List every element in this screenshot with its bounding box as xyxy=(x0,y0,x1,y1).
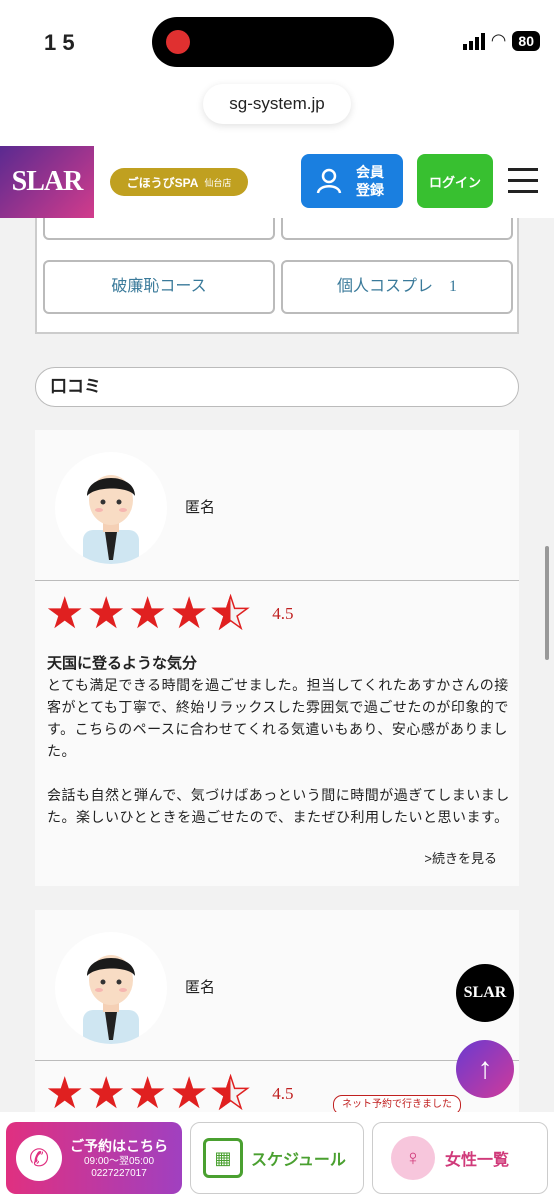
user-icon xyxy=(316,168,342,194)
battery-indicator: 80 xyxy=(512,30,540,51)
shop-branch: 仙台店 xyxy=(204,177,232,188)
star-icon: ★ xyxy=(86,589,126,638)
read-more-link[interactable]: >続きを見る xyxy=(424,848,497,867)
register-line1: 会員 xyxy=(356,164,384,180)
schedule-label: スケジュール xyxy=(251,1152,346,1169)
cellular-signal-icon xyxy=(462,32,485,50)
dynamic-island xyxy=(152,17,394,67)
reserve-call-button[interactable]: ✆ ご予約はこちら 09:00～翌05:00 0227227017 xyxy=(6,1122,182,1194)
arrow-up-icon: ↑ xyxy=(477,1052,493,1085)
status-bar: 1 5 ◠ 80 xyxy=(0,0,554,80)
site-header: SLAR ごほうびSPA 仙台店 会員登録 ログイン xyxy=(0,142,554,218)
avatar xyxy=(55,932,167,1044)
calendar-icon: ▦ xyxy=(203,1138,243,1178)
course-button-partial[interactable] xyxy=(43,218,275,240)
status-time: 1 5 xyxy=(44,30,75,55)
shop-name: ごほうびSPA xyxy=(126,175,199,190)
girls-list-button[interactable]: ♀ 女性一覧 xyxy=(372,1122,548,1194)
review-body: とても満足できる時間を過ごせました。担当してくれたあすかさんの接客がとても丁寧で… xyxy=(47,679,510,826)
register-line2: 登録 xyxy=(356,182,384,198)
half-star-icon: ★ xyxy=(210,1071,251,1112)
site-logo[interactable]: SLAR xyxy=(0,146,94,218)
reserve-label: ご予約はこちら xyxy=(70,1138,168,1154)
star-icon: ★ xyxy=(127,589,168,638)
review-title: 天国に登るような気分 xyxy=(47,656,198,672)
review-card: 匿名 ★ ★ ★ ★ ★ 4.5 天国に登るような気分 とても満足できる時間を過… xyxy=(35,430,519,886)
star-icon: ★ xyxy=(169,1069,209,1113)
review-header: 匿名 xyxy=(35,910,519,1061)
course-button-partial[interactable] xyxy=(281,218,513,240)
floating-logo-button[interactable]: SLAR xyxy=(456,964,514,1022)
course-list: 破廉恥コース 個人コスプレ 1 xyxy=(35,218,519,334)
hamburger-menu-icon[interactable] xyxy=(508,168,538,194)
course-button[interactable]: 個人コスプレ 1 xyxy=(281,260,513,314)
rating-score: 4.5 xyxy=(272,604,294,623)
status-icons: ◠ 80 xyxy=(462,30,540,51)
rating-score: 4.5 xyxy=(272,1084,294,1103)
reviews-heading: 口コミ xyxy=(35,367,519,407)
star-rating: ★ ★ ★ ★ ★ 4.5 xyxy=(45,1069,294,1113)
reserve-phone: 0227227017 xyxy=(91,1168,147,1179)
avatar xyxy=(55,452,167,564)
browser-url-bar: sg-system.jp xyxy=(0,80,554,142)
review-card: 匿名 ★ ★ ★ ★ ★ 4.5 ネット予約で行きました xyxy=(35,910,519,1112)
schedule-button[interactable]: ▦ スケジュール xyxy=(190,1122,364,1194)
reserve-hours: 09:00～翌05:00 xyxy=(83,1156,155,1167)
half-star-icon: ★ xyxy=(210,589,251,638)
reviewer-name: 匿名 xyxy=(185,979,216,996)
scroll-to-top-button[interactable]: ↑ xyxy=(456,1040,514,1098)
star-icon: ★ xyxy=(45,1069,85,1113)
review-header: 匿名 xyxy=(35,430,519,581)
course-button[interactable]: 破廉恥コース xyxy=(43,260,275,314)
scrollbar[interactable] xyxy=(545,546,549,660)
woman-icon: ♀ xyxy=(391,1136,435,1180)
girls-list-label: 女性一覧 xyxy=(445,1152,510,1169)
phone-icon: ✆ xyxy=(16,1135,62,1181)
wifi-icon: ◠ xyxy=(490,30,507,50)
star-icon: ★ xyxy=(169,589,209,638)
member-register-button[interactable]: 会員 登録 xyxy=(301,154,403,208)
bottom-action-bar: ✆ ご予約はこちら 09:00～翌05:00 0227227017 ▦ スケジュ… xyxy=(0,1112,554,1200)
reviewer-name: 匿名 xyxy=(185,499,216,516)
star-icon: ★ xyxy=(86,1069,126,1113)
login-button[interactable]: ログイン xyxy=(417,154,493,208)
url-field[interactable]: sg-system.jp xyxy=(203,84,351,124)
star-rating: ★ ★ ★ ★ ★ 4.5 xyxy=(45,589,294,638)
shop-badge[interactable]: ごほうびSPA 仙台店 xyxy=(110,168,248,196)
star-icon: ★ xyxy=(45,589,85,638)
booking-tag: ネット予約で行きました xyxy=(333,1095,461,1112)
star-icon: ★ xyxy=(127,1069,168,1113)
recording-indicator-icon xyxy=(166,30,190,54)
